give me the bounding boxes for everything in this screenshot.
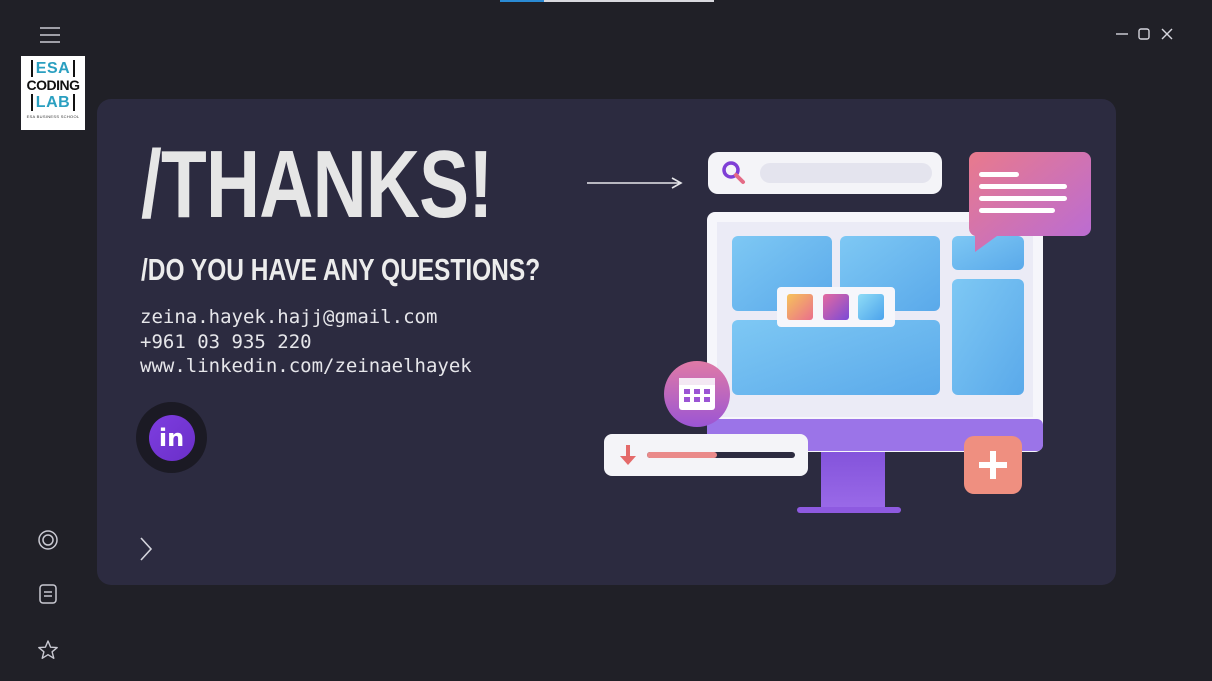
- computer-illustration: [587, 152, 1091, 513]
- linkedin-icon: in: [148, 414, 195, 461]
- active-tab-indicator: [500, 0, 714, 2]
- notes-button[interactable]: [36, 582, 60, 606]
- target-icon: [38, 530, 58, 550]
- contact-linkedin-url: www.linkedin.com/zeinaelhayek: [140, 355, 472, 377]
- logo-line-lab: LAB: [35, 94, 71, 111]
- target-button[interactable]: [36, 528, 60, 552]
- maximize-button[interactable]: [1136, 24, 1152, 44]
- close-icon: [1161, 28, 1173, 40]
- next-slide-button[interactable]: [137, 536, 155, 562]
- esa-coding-lab-logo: ESA CODING LAB ESA BUSINESS SCHOOL: [21, 56, 85, 130]
- star-icon: [38, 640, 58, 659]
- logo-tagline: ESA BUSINESS SCHOOL: [26, 114, 80, 119]
- logo-line-coding: CODING: [26, 77, 81, 93]
- slide-canvas: /THANKS! /DO YOU HAVE ANY QUESTIONS? zei…: [97, 99, 1116, 585]
- slide-title: /THANKS!: [141, 131, 493, 238]
- close-button[interactable]: [1159, 24, 1175, 44]
- minimize-icon: [1116, 33, 1128, 35]
- contact-phone: +961 03 935 220: [140, 331, 312, 353]
- contact-email: zeina.hayek.hajj@gmail.com: [140, 306, 438, 328]
- favorite-button[interactable]: [36, 638, 60, 662]
- maximize-icon: [1138, 28, 1150, 40]
- logo-line-esa: ESA: [35, 60, 71, 77]
- hamburger-menu-button[interactable]: [38, 24, 62, 46]
- linkedin-button[interactable]: in: [136, 402, 207, 473]
- minimize-button[interactable]: [1114, 24, 1130, 44]
- slide-subtitle: /DO YOU HAVE ANY QUESTIONS?: [141, 252, 541, 287]
- notes-icon: [39, 584, 57, 604]
- hamburger-icon: [40, 27, 60, 43]
- chevron-right-icon: [140, 537, 153, 561]
